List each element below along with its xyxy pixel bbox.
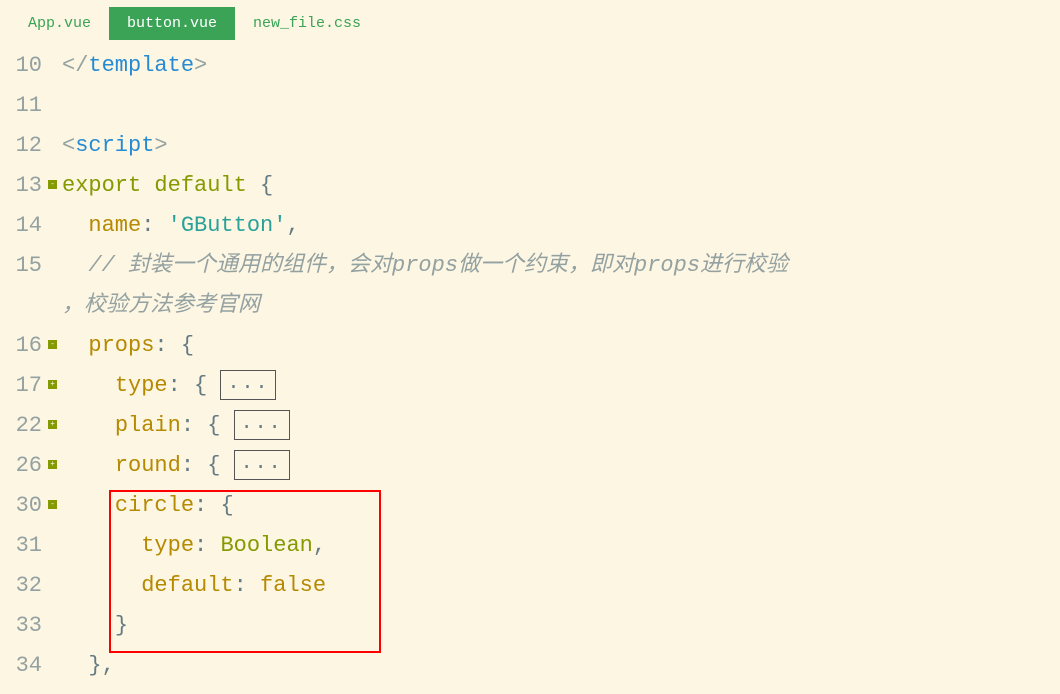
code-line[interactable]: 13 - export default { — [0, 166, 1060, 206]
line-number: 16 — [0, 326, 48, 366]
prop-key: props — [88, 333, 154, 358]
comment: ，校验方法参考官网 — [62, 293, 260, 318]
fold-placeholder[interactable]: ... — [220, 370, 276, 400]
line-number: 33 — [0, 606, 48, 646]
code-line[interactable]: 32 default: false — [0, 566, 1060, 606]
string: 'GButton' — [168, 213, 287, 238]
fold-toggle-icon[interactable]: - — [48, 500, 57, 509]
line-number: 14 — [0, 206, 48, 246]
code-line[interactable]: 17 + type: { ... — [0, 366, 1060, 406]
tag-bracket: < — [62, 133, 75, 158]
prop-key: default — [141, 573, 233, 598]
punct: : — [141, 213, 154, 238]
line-number: 12 — [0, 126, 48, 166]
keyword: export — [62, 173, 141, 198]
line-number: 26 — [0, 446, 48, 486]
code-line[interactable]: 14 name: 'GButton', — [0, 206, 1060, 246]
tab-new-file-css[interactable]: new_file.css — [235, 7, 379, 40]
brace: } — [115, 613, 128, 638]
line-number: 15 — [0, 246, 48, 286]
tab-bar: App.vue button.vue new_file.css — [0, 0, 1060, 46]
tag-bracket: </ — [62, 53, 88, 78]
value: Boolean — [220, 533, 312, 558]
code-line[interactable]: 12 <script> — [0, 126, 1060, 166]
fold-toggle-icon[interactable]: - — [48, 340, 57, 349]
fold-placeholder[interactable]: ... — [234, 410, 290, 440]
fold-toggle-icon[interactable]: + — [48, 420, 57, 429]
code-line[interactable]: 16 - props: { — [0, 326, 1060, 366]
prop-key: plain — [115, 413, 181, 438]
brace: }, — [88, 653, 114, 678]
keyword: default — [154, 173, 246, 198]
tag-name: template — [88, 53, 194, 78]
code-line[interactable]: 15 // 封装一个通用的组件，会对props做一个约束，即对props进行校验 — [0, 246, 1060, 286]
prop-key: type — [141, 533, 194, 558]
code-line[interactable]: 26 + round: { ... — [0, 446, 1060, 486]
punct: : — [234, 573, 247, 598]
line-number: 13 — [0, 166, 48, 206]
line-number: 11 — [0, 86, 48, 126]
tag-bracket: > — [154, 133, 167, 158]
code-line[interactable]: 33 } — [0, 606, 1060, 646]
brace: { — [247, 173, 273, 198]
punct: : — [194, 493, 207, 518]
tag-bracket: > — [194, 53, 207, 78]
fold-toggle-icon[interactable]: + — [48, 380, 57, 389]
punct: : — [181, 413, 194, 438]
code-editor[interactable]: 10 </template> 11 12 <script> 13 - expor… — [0, 46, 1060, 686]
code-line[interactable]: 30 - circle: { — [0, 486, 1060, 526]
line-number: 10 — [0, 46, 48, 86]
code-line[interactable]: 31 type: Boolean, — [0, 526, 1060, 566]
fold-toggle-icon[interactable]: - — [48, 180, 57, 189]
line-number: 34 — [0, 646, 48, 686]
prop-key: type — [115, 373, 168, 398]
tab-app-vue[interactable]: App.vue — [10, 7, 109, 40]
punct: : — [181, 453, 194, 478]
prop-key: name — [88, 213, 141, 238]
punct: , — [286, 213, 299, 238]
punct: , — [313, 533, 326, 558]
comment: // 封装一个通用的组件，会对props做一个约束，即对props进行校验 — [88, 253, 788, 278]
line-number: 30 — [0, 486, 48, 526]
tag-name: script — [75, 133, 154, 158]
prop-key: circle — [115, 493, 194, 518]
brace: { — [168, 333, 194, 358]
fold-toggle-icon[interactable]: + — [48, 460, 57, 469]
code-line-wrap[interactable]: ，校验方法参考官网 — [0, 286, 1060, 326]
code-line[interactable]: 11 — [0, 86, 1060, 126]
punct: : — [194, 533, 207, 558]
code-line[interactable]: 10 </template> — [0, 46, 1060, 86]
line-number: 22 — [0, 406, 48, 446]
prop-key: round — [115, 453, 181, 478]
line-number: 31 — [0, 526, 48, 566]
punct: : — [154, 333, 167, 358]
line-number: 32 — [0, 566, 48, 606]
fold-placeholder[interactable]: ... — [234, 450, 290, 480]
tab-button-vue[interactable]: button.vue — [109, 7, 235, 40]
punct: : — [168, 373, 181, 398]
value: false — [260, 573, 326, 598]
line-number: 17 — [0, 366, 48, 406]
code-line[interactable]: 22 + plain: { ... — [0, 406, 1060, 446]
code-line[interactable]: 34 }, — [0, 646, 1060, 686]
